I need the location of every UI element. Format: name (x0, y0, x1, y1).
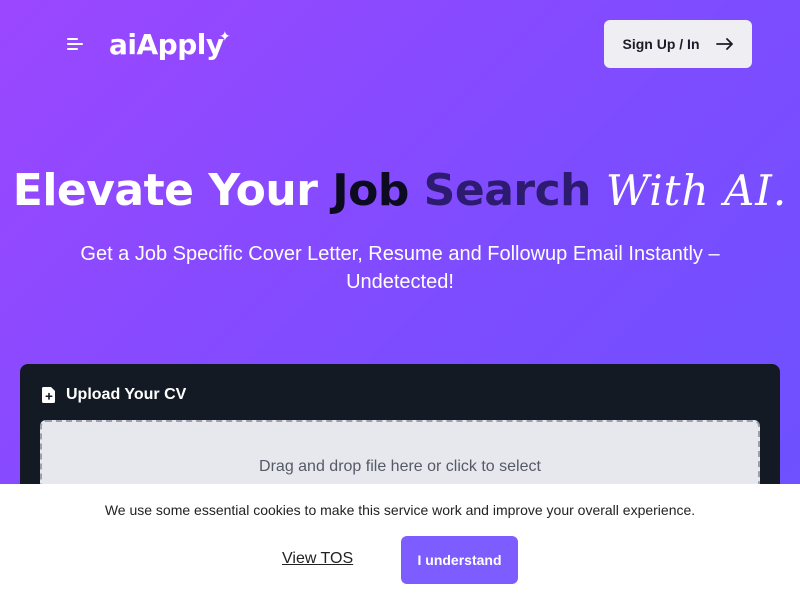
sign-up-in-label: Sign Up / In (622, 36, 700, 52)
cookie-banner: We use some essential cookies to make th… (0, 484, 800, 600)
site-header: aiApply ✦ Sign Up / In (0, 0, 800, 90)
logo[interactable]: aiApply (109, 28, 224, 61)
dropzone-text: Drag and drop file here or click to sele… (259, 458, 541, 475)
hero-title-search: Search (423, 165, 592, 216)
hero-title-script: With AI. (605, 166, 788, 215)
i-understand-button[interactable]: I understand (401, 536, 518, 584)
arrow-right-icon (715, 38, 733, 50)
hero-subtitle: Get a Job Specific Cover Letter, Resume … (80, 243, 720, 293)
view-tos-link[interactable]: View TOS (282, 550, 353, 568)
file-plus-icon (42, 387, 55, 403)
hero-title-main: Elevate Your (12, 165, 333, 216)
cookie-text: We use some essential cookies to make th… (104, 502, 696, 518)
upload-title: Upload Your CV (66, 386, 187, 403)
sparkle-icon: ✦ (219, 28, 231, 44)
sign-up-in-button[interactable]: Sign Up / In (604, 20, 752, 68)
hero-title-job: Job (332, 165, 409, 216)
hero-title: Elevate Your Job Search With AI. (0, 165, 800, 216)
hamburger-menu-icon[interactable] (67, 37, 85, 51)
upload-header: Upload Your CV (42, 386, 186, 404)
